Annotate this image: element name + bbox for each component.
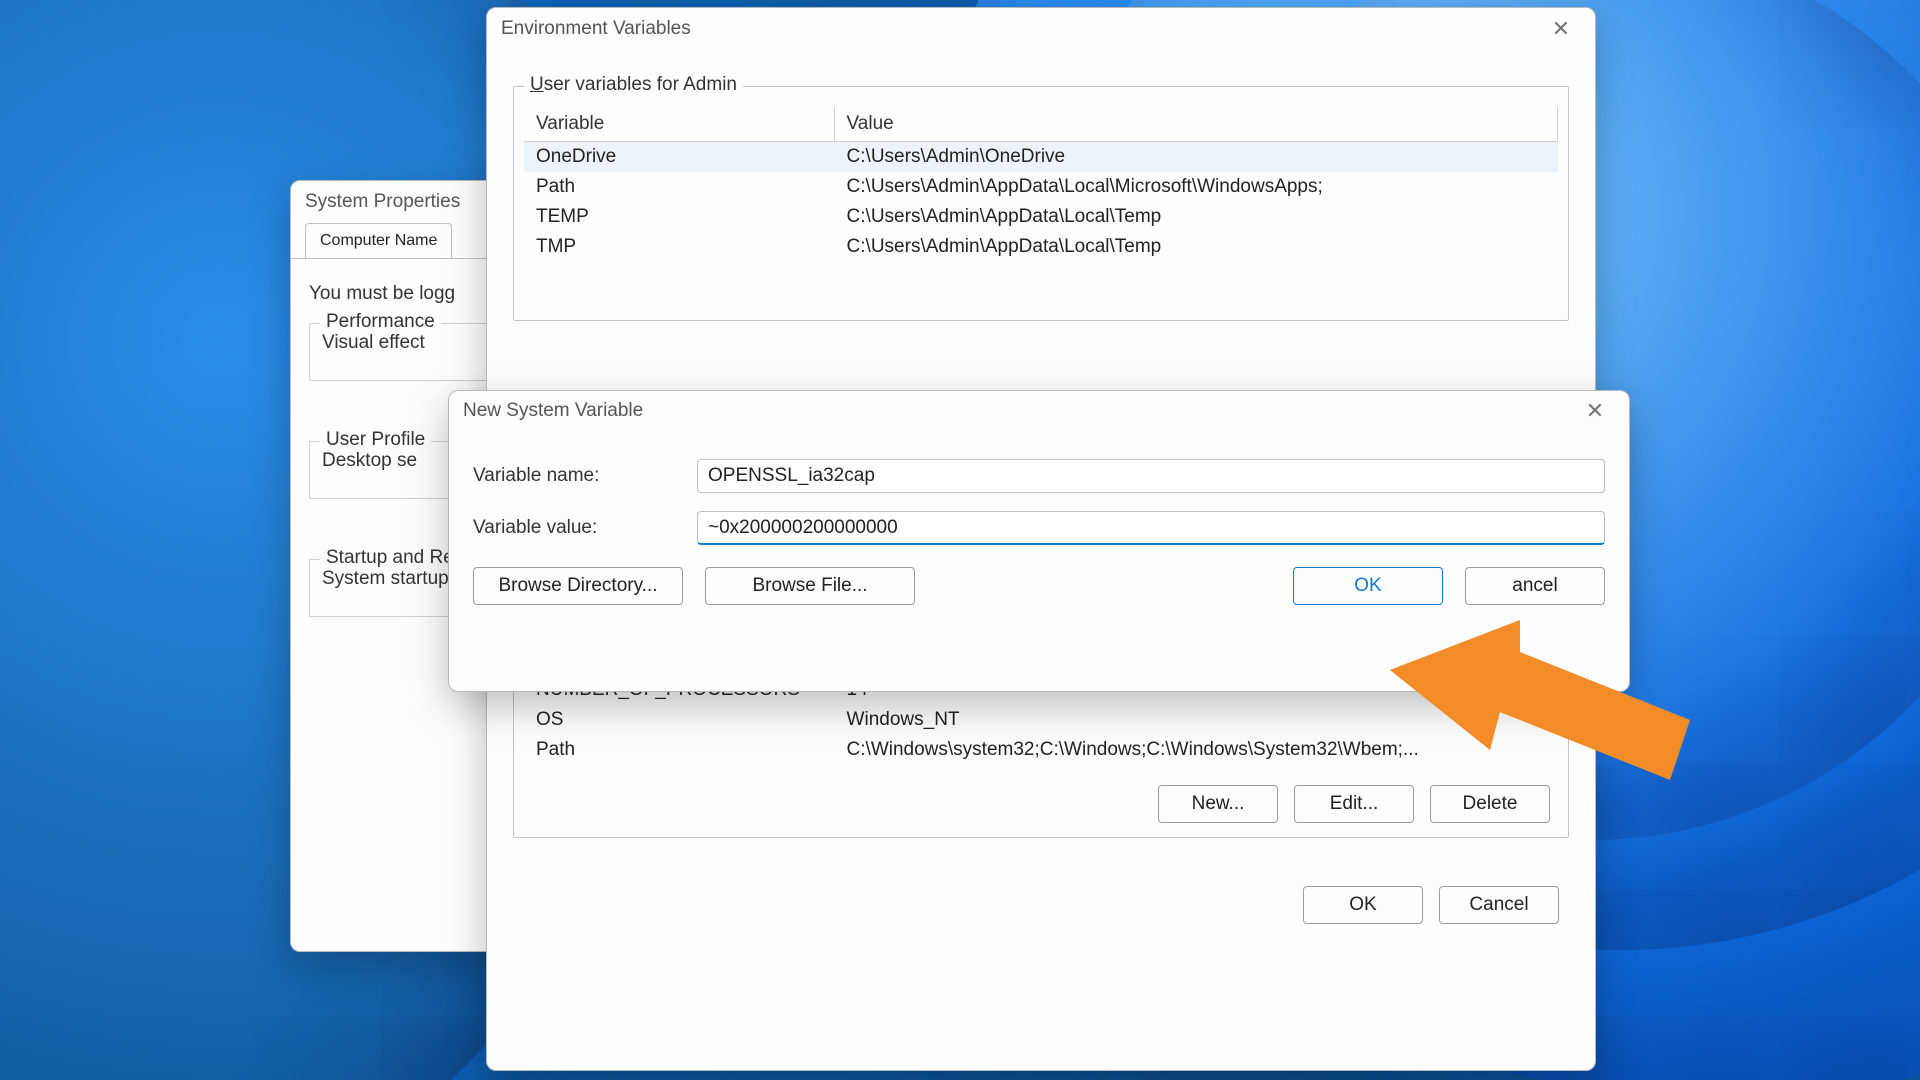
col-variable[interactable]: Variable (524, 107, 834, 142)
cell-value: C:\Windows\system32;C:\Windows;C:\Window… (834, 735, 1557, 765)
table-row[interactable]: TMPC:\Users\Admin\AppData\Local\Temp (524, 232, 1558, 262)
table-row[interactable]: OneDriveC:\Users\Admin\OneDrive (524, 142, 1558, 173)
tab-computer-name[interactable]: Computer Name (305, 223, 452, 258)
cell-value: Windows_NT (834, 705, 1557, 735)
col-value[interactable]: Value (834, 107, 1557, 142)
cell-variable: Path (524, 735, 834, 765)
user-variables-group: User variables for Admin Variable Value … (513, 86, 1569, 321)
cell-variable: Path (524, 172, 834, 202)
variable-name-input[interactable] (697, 459, 1605, 493)
newvar-cancel-button[interactable]: ancel (1465, 567, 1605, 605)
sys-delete-button[interactable]: Delete (1430, 785, 1550, 823)
newvar-title: New System Variable (463, 400, 643, 422)
cell-value: C:\Users\Admin\OneDrive (834, 142, 1557, 173)
cell-value: C:\Users\Admin\AppData\Local\Temp (834, 202, 1557, 232)
cell-variable: TEMP (524, 202, 834, 232)
cell-variable: OS (524, 705, 834, 735)
cell-variable: OneDrive (524, 142, 834, 173)
browse-file-button[interactable]: Browse File... (705, 567, 915, 605)
newvar-titlebar: New System Variable ✕ (449, 391, 1629, 431)
newvar-ok-button[interactable]: OK (1293, 567, 1443, 605)
table-row[interactable]: TEMPC:\Users\Admin\AppData\Local\Temp (524, 202, 1558, 232)
cell-value: C:\Users\Admin\AppData\Local\Microsoft\W… (834, 172, 1557, 202)
cell-variable: TMP (524, 232, 834, 262)
variable-name-label: Variable name: (473, 465, 683, 487)
newvar-close-icon[interactable]: ✕ (1575, 398, 1615, 424)
startup-header: Startup and Re (320, 547, 460, 569)
variable-value-input[interactable] (697, 511, 1605, 545)
new-system-variable-dialog: New System Variable ✕ Variable name: Var… (448, 390, 1630, 692)
system-variables-buttons: New... Edit... Delete (514, 771, 1568, 837)
table-row[interactable]: PathC:\Users\Admin\AppData\Local\Microso… (524, 172, 1558, 202)
performance-header: Performance (320, 311, 441, 333)
browse-directory-button[interactable]: Browse Directory... (473, 567, 683, 605)
variable-value-label: Variable value: (473, 517, 683, 539)
user-variables-legend: User variables for Admin (524, 74, 743, 96)
sys-new-button[interactable]: New... (1158, 785, 1278, 823)
sys-edit-button[interactable]: Edit... (1294, 785, 1414, 823)
envvars-cancel-button[interactable]: Cancel (1439, 886, 1559, 924)
table-row[interactable]: PathC:\Windows\system32;C:\Windows;C:\Wi… (524, 735, 1558, 765)
system-properties-title: System Properties (305, 191, 460, 213)
close-icon[interactable]: ✕ (1541, 16, 1581, 42)
table-row[interactable]: OSWindows_NT (524, 705, 1558, 735)
envvars-titlebar: Environment Variables ✕ (487, 8, 1595, 50)
envvars-ok-button[interactable]: OK (1303, 886, 1423, 924)
user-variables-table[interactable]: Variable Value OneDriveC:\Users\Admin\On… (524, 107, 1558, 262)
envvars-dialog-buttons: OK Cancel (487, 838, 1595, 938)
cell-value: C:\Users\Admin\AppData\Local\Temp (834, 232, 1557, 262)
envvars-title: Environment Variables (501, 18, 691, 40)
user-profile-header: User Profile (320, 429, 431, 451)
